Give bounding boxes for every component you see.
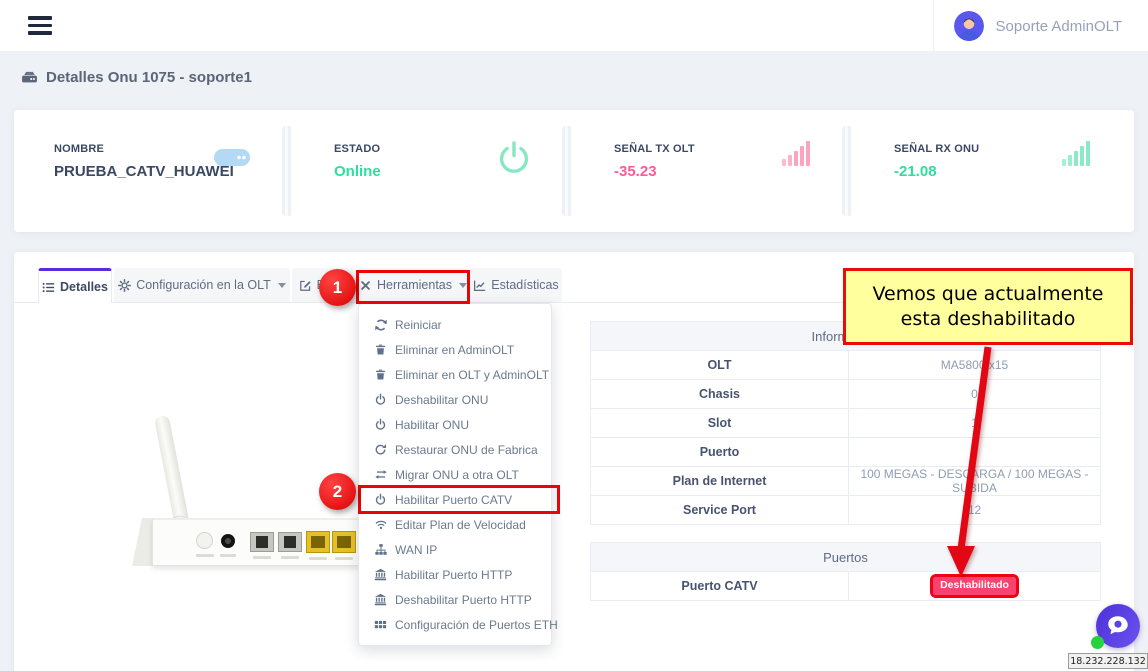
power-icon bbox=[372, 493, 389, 506]
table-row: Puerto CATV Deshabilitado bbox=[591, 572, 1101, 601]
menu-item-deshabilitar-puerto-http[interactable]: Deshabilitar Puerto HTTP bbox=[359, 587, 551, 612]
power-icon bbox=[372, 393, 389, 406]
power-icon bbox=[372, 418, 389, 431]
menu-item-eliminar-olt-adminolt[interactable]: Eliminar en OLT y AdminOLT bbox=[359, 362, 551, 387]
bank-icon bbox=[372, 568, 389, 581]
menu-item-deshabilitar-onu[interactable]: Deshabilitar ONU bbox=[359, 387, 551, 412]
hamburger-menu-icon[interactable] bbox=[28, 16, 52, 36]
signal-bars-icon bbox=[1062, 140, 1092, 166]
menu-item-configuracion-puertos-eth[interactable]: Configuración de Puertos ETH bbox=[359, 612, 551, 637]
menu-item-eliminar-adminolt[interactable]: Eliminar en AdminOLT bbox=[359, 337, 551, 362]
device-tel-port bbox=[250, 532, 274, 552]
device-onoff-button bbox=[196, 532, 213, 549]
annotation-box-herramientas bbox=[356, 270, 470, 304]
tab-configuracion-olt[interactable]: Configuración en la OLT bbox=[114, 268, 290, 302]
menu-item-wan-ip[interactable]: WAN IP bbox=[359, 537, 551, 562]
top-navbar: Soporte AdminOLT bbox=[0, 0, 1148, 52]
grid-icon bbox=[372, 618, 389, 631]
trash-icon bbox=[372, 343, 389, 356]
app-screen: Soporte AdminOLT Detalles Onu 1075 - sop… bbox=[0, 0, 1148, 671]
edit-icon bbox=[299, 279, 312, 292]
menu-item-migrar-onu[interactable]: Migrar ONU a otra OLT bbox=[359, 462, 551, 487]
device-lan-port bbox=[332, 531, 356, 553]
sitemap-icon bbox=[372, 543, 389, 556]
device-tel-port bbox=[278, 532, 302, 552]
user-name: Soporte AdminOLT bbox=[996, 18, 1122, 35]
onu-stats-card: NOMBRE PRUEBA_CATV_HUAWEI ESTADO Online … bbox=[14, 110, 1134, 232]
stat-nombre: NOMBRE PRUEBA_CATV_HUAWEI bbox=[14, 110, 294, 232]
wifi-icon bbox=[372, 518, 389, 531]
trash-icon bbox=[372, 368, 389, 381]
herramientas-dropdown-menu: Reiniciar Eliminar en AdminOLT Eliminar … bbox=[358, 303, 552, 646]
tab-detalles[interactable]: Detalles bbox=[38, 268, 112, 303]
server-icon bbox=[212, 140, 252, 174]
hdd-icon bbox=[21, 69, 38, 86]
gear-icon bbox=[118, 279, 131, 292]
status-ip: 18.232.228.132 bbox=[1068, 653, 1148, 669]
stat-senal-tx-olt: SEÑAL TX OLT -35.23 bbox=[574, 110, 854, 232]
bank-icon bbox=[372, 593, 389, 606]
menu-item-editar-plan-velocidad[interactable]: Editar Plan de Velocidad bbox=[359, 512, 551, 537]
menu-item-habilitar-onu[interactable]: Habilitar ONU bbox=[359, 412, 551, 437]
power-icon bbox=[496, 140, 532, 177]
annotation-step-2: 2 bbox=[319, 473, 356, 510]
table-row: OLTMA5800 x15 bbox=[591, 351, 1101, 380]
device-lan-port bbox=[306, 531, 330, 553]
exchange-icon bbox=[372, 468, 389, 481]
tab-estadisticas[interactable]: Estadísticas bbox=[470, 268, 562, 302]
menu-item-restaurar-onu[interactable]: Restaurar ONU de Fabrica bbox=[359, 437, 551, 462]
puertos-table: Puertos Puerto CATV Deshabilitado bbox=[590, 542, 1101, 601]
stat-estado: ESTADO Online bbox=[294, 110, 574, 232]
stat-senal-rx-onu: SEÑAL RX ONU -21.08 bbox=[854, 110, 1134, 232]
menu-item-reiniciar[interactable]: Reiniciar bbox=[359, 312, 551, 337]
user-menu[interactable]: Soporte AdminOLT bbox=[933, 0, 1148, 52]
annotation-note: Vemos que actualmente esta deshabilitado bbox=[843, 268, 1133, 345]
table-row: Plan de Internet100 MEGAS - DESCARGA / 1… bbox=[591, 467, 1101, 496]
redo-icon bbox=[372, 443, 389, 456]
device-power-jack bbox=[221, 534, 235, 548]
table-row: Service Port12 bbox=[591, 496, 1101, 525]
status-badge-deshabilitado: Deshabilitado bbox=[933, 577, 1016, 595]
signal-bars-icon bbox=[782, 140, 812, 166]
annotation-step-1: 1 bbox=[319, 269, 356, 306]
user-avatar bbox=[954, 11, 984, 41]
table-title: Puertos bbox=[591, 543, 1101, 572]
menu-item-habilitar-puerto-catv[interactable]: Habilitar Puerto CATV bbox=[359, 487, 551, 512]
table-row: Slot1 bbox=[591, 409, 1101, 438]
informacion-table: Información OLTMA5800 x15 Chasis0 Slot1 … bbox=[590, 321, 1101, 525]
table-row: Puerto0 bbox=[591, 438, 1101, 467]
list-icon bbox=[42, 281, 55, 294]
chevron-down-icon bbox=[278, 283, 286, 288]
page-title: Detalles Onu 1075 - soporte1 bbox=[21, 69, 252, 86]
chat-online-dot bbox=[1091, 636, 1104, 649]
chat-bubble-icon bbox=[1105, 613, 1131, 639]
chart-line-icon bbox=[473, 279, 486, 292]
menu-item-habilitar-puerto-http[interactable]: Habilitar Puerto HTTP bbox=[359, 562, 551, 587]
table-row: Chasis0 bbox=[591, 380, 1101, 409]
refresh-icon bbox=[372, 318, 389, 332]
